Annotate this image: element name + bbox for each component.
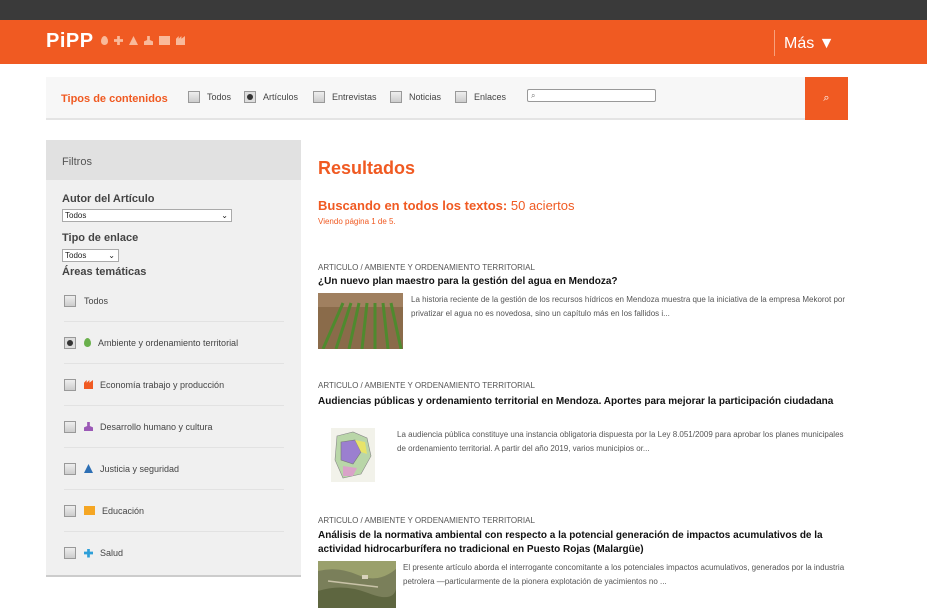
result-excerpt: El presente artículo aborda el interroga…	[403, 563, 845, 586]
search-icon: ⌕	[531, 91, 536, 100]
factory-icon	[84, 380, 93, 389]
checkbox[interactable]	[64, 294, 76, 307]
checkbox-checked[interactable]	[244, 91, 256, 103]
topic-label: Ambiente y ordenamiento territorial	[98, 337, 239, 348]
topic-salud[interactable]: Salud	[64, 532, 284, 574]
checkbox[interactable]	[313, 91, 325, 103]
filter-option-label: Artículos	[263, 92, 299, 102]
person-icon	[144, 36, 153, 45]
logo-icons	[101, 36, 185, 45]
checkbox[interactable]	[64, 547, 76, 559]
search-summary: Buscando en todos los textos: 50 acierto…	[318, 198, 574, 213]
topic-label: Justicia y seguridad	[100, 463, 180, 474]
link-type-label: Tipo de enlace	[62, 232, 139, 244]
filters-heading-label: Filtros	[62, 156, 92, 168]
result-excerpt: La historia reciente de la gestión de lo…	[411, 295, 846, 318]
header-divider	[774, 30, 775, 56]
link-type-select-value: Todos	[65, 251, 87, 260]
search-button[interactable]: ⌕	[805, 77, 848, 120]
results-title: Resultados	[318, 158, 416, 178]
result-title[interactable]: Audiencias públicas y ordenamiento terri…	[318, 395, 848, 409]
topic-desarrollo[interactable]: Desarrollo humano y cultura	[64, 406, 284, 448]
browser-top-strip	[0, 0, 927, 20]
drop-icon	[101, 36, 108, 45]
filter-option-articulos[interactable]: Artículos	[244, 91, 298, 103]
triangle-icon	[129, 36, 138, 45]
result-category[interactable]: ARTICULO / AMBIENTE Y ORDENAMIENTO TERRI…	[318, 516, 535, 525]
plus-icon	[84, 548, 93, 558]
content-types-label: Tipos de contenidos	[61, 93, 168, 105]
result-category[interactable]: ARTICULO / AMBIENTE Y ORDENAMIENTO TERRI…	[318, 381, 535, 390]
checkbox[interactable]	[64, 420, 76, 433]
factory-icon	[176, 36, 185, 45]
search-icon: ⌕	[823, 92, 830, 104]
search-count: 50 aciertos	[510, 198, 575, 213]
topic-label: Economía trabajo y producción	[100, 379, 225, 390]
checkbox[interactable]	[188, 91, 200, 103]
checkbox[interactable]	[455, 91, 467, 103]
thematic-areas-label: Áreas temáticas	[62, 266, 147, 278]
book-icon	[84, 506, 95, 515]
filter-option-label: Enlaces	[474, 92, 507, 102]
topic-label: Todos	[84, 295, 109, 306]
topic-label: Desarrollo humano y cultura	[100, 421, 213, 432]
filter-option-label: Noticias	[409, 92, 442, 102]
author-select-value: Todos	[65, 211, 87, 220]
filter-option-noticias[interactable]: Noticias	[390, 91, 441, 103]
chevron-down-icon: ⌄	[221, 211, 228, 220]
filter-option-enlaces[interactable]: Enlaces	[455, 91, 506, 103]
search-summary-label: Buscando en todos los textos:	[318, 198, 508, 213]
chevron-down-icon: ⌄	[108, 251, 115, 260]
checkbox-checked[interactable]	[64, 336, 76, 349]
result-title[interactable]: Análisis de la normativa ambiental con r…	[318, 529, 848, 557]
topic-justicia[interactable]: Justicia y seguridad	[64, 448, 284, 490]
checkbox[interactable]	[390, 91, 402, 103]
filter-option-entrevistas[interactable]: Entrevistas	[313, 91, 377, 103]
result-excerpt: La audiencia pública constituye una inst…	[397, 430, 844, 453]
topic-ambiente[interactable]: Ambiente y ordenamiento territorial	[64, 322, 284, 364]
checkbox[interactable]	[64, 462, 76, 475]
author-label: Autor del Artículo	[62, 193, 155, 205]
checkbox[interactable]	[64, 378, 76, 391]
more-menu-button[interactable]: Más ▼	[784, 35, 835, 53]
topic-educacion[interactable]: Educación	[64, 490, 284, 532]
book-icon	[159, 36, 170, 45]
filters-sidebar: Filtros Autor del Artículo Todos ⌄ Tipo …	[46, 140, 301, 577]
result-category[interactable]: ARTICULO / AMBIENTE Y ORDENAMIENTO TERRI…	[318, 263, 535, 272]
topic-todos[interactable]: Todos	[64, 280, 284, 322]
filter-option-todos[interactable]: Todos	[188, 91, 231, 103]
triangle-icon	[84, 464, 93, 473]
drop-icon	[84, 338, 91, 347]
page-info: Viendo página 1 de 5.	[318, 217, 396, 226]
checkbox[interactable]	[64, 504, 76, 517]
filter-option-label: Entrevistas	[332, 92, 377, 102]
result-thumbnail-map[interactable]	[331, 428, 375, 482]
search-input[interactable]: ⌕	[527, 89, 656, 102]
topic-economia[interactable]: Economía trabajo y producción	[64, 364, 284, 406]
filters-heading: Filtros	[46, 140, 301, 180]
link-type-select[interactable]: Todos ⌄	[62, 249, 119, 262]
topic-label: Educación	[102, 505, 145, 516]
content-type-filter-bar: Tipos de contenidos Todos Artículos Entr…	[46, 77, 848, 120]
site-logo[interactable]: PiPP	[46, 30, 94, 53]
person-icon	[84, 422, 93, 431]
site-header: PiPP Más ▼	[0, 20, 927, 64]
result-thumbnail-field[interactable]	[318, 293, 403, 349]
author-select[interactable]: Todos ⌄	[62, 209, 232, 222]
topic-label: Salud	[100, 548, 124, 558]
filter-option-label: Todos	[207, 92, 232, 102]
result-title[interactable]: ¿Un nuevo plan maestro para la gestión d…	[318, 275, 848, 289]
plus-icon	[114, 36, 123, 45]
result-thumbnail-aerial[interactable]	[318, 561, 396, 608]
